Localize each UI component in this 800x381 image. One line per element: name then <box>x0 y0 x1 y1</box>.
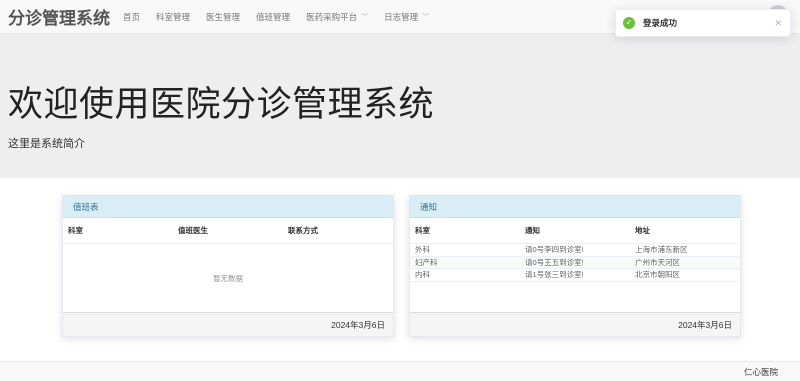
duty-panel-date: 2024年3月6日 <box>63 312 393 336</box>
page-title: 欢迎使用医院分诊管理系统 <box>8 85 435 124</box>
welcome-banner: 欢迎使用医院分诊管理系统 这里是系统简介 <box>0 34 800 178</box>
column-header[interactable]: 联系方式 <box>283 225 393 236</box>
column-header[interactable]: 通知 <box>520 225 630 236</box>
nav-item-departments[interactable]: 科室管理 <box>148 0 198 34</box>
notice-panel: 通知 科室 通知 地址 外科 请0号李四到诊室! 上海市浦东新区 妇产科 请0号… <box>409 195 741 337</box>
nav-item-duty[interactable]: 值班管理 <box>248 0 298 34</box>
column-header[interactable]: 地址 <box>630 225 740 236</box>
table-cell: 请0号王五到诊室! <box>525 257 584 267</box>
notice-panel-date: 2024年3月6日 <box>410 312 740 336</box>
chevron-down-icon: ﹀ <box>422 13 430 21</box>
column-header[interactable]: 科室 <box>410 225 520 236</box>
table-row[interactable]: 外科 请0号李四到诊室! 上海市浦东新区 <box>410 244 740 257</box>
column-header[interactable]: 值班医生 <box>173 225 283 236</box>
chevron-down-icon: ﹀ <box>361 13 369 21</box>
main-menu: 首页 科室管理 医生管理 值班管理 医药采购平台 ﹀ 日志管理 ﹀ <box>115 0 437 34</box>
duty-table-header: 科室 值班医生 联系方式 <box>63 218 393 244</box>
table-cell: 上海市浦东新区 <box>635 245 688 255</box>
nav-item-procurement[interactable]: 医药采购平台 ﹀ <box>298 0 376 34</box>
toast-message: 登录成功 <box>643 18 678 28</box>
system-intro: 这里是系统简介 <box>8 138 85 150</box>
table-cell: 外科 <box>415 245 430 255</box>
check-circle-icon: ✓ <box>623 17 635 29</box>
nav-item-doctors[interactable]: 医生管理 <box>198 0 248 34</box>
notice-panel-title: 通知 <box>410 196 740 218</box>
table-cell: 妇产科 <box>415 257 438 267</box>
success-toast: ✓ 登录成功 ✕ <box>615 9 791 37</box>
table-cell: 北京市朝阳区 <box>635 270 680 280</box>
table-row[interactable]: 内科 请1号张三到诊室! 北京市朝阳区 <box>410 269 740 282</box>
table-row[interactable]: 妇产科 请0号王五到诊室! 广州市天河区 <box>410 256 740 269</box>
footer-text: 仁心医院 <box>743 367 778 377</box>
brand-title[interactable]: 分诊管理系统 <box>0 4 115 29</box>
notice-table-header: 科室 通知 地址 <box>410 218 740 244</box>
duty-panel: 值班表 科室 值班医生 联系方式 暂无数据 2024年3月6日 <box>62 195 394 337</box>
nav-item-home[interactable]: 首页 <box>115 0 148 34</box>
column-header[interactable]: 科室 <box>63 225 173 236</box>
table-cell: 请1号张三到诊室! <box>525 270 584 280</box>
page-footer: 仁心医院 <box>0 361 800 381</box>
table-cell: 内科 <box>415 270 430 280</box>
close-icon[interactable]: ✕ <box>774 18 782 29</box>
table-cell: 广州市天河区 <box>635 257 680 267</box>
empty-state-text: 暂无数据 <box>63 244 393 314</box>
nav-item-logs[interactable]: 日志管理 ﹀ <box>376 0 437 34</box>
table-cell: 请0号李四到诊室! <box>525 245 584 255</box>
duty-panel-title: 值班表 <box>63 196 393 218</box>
